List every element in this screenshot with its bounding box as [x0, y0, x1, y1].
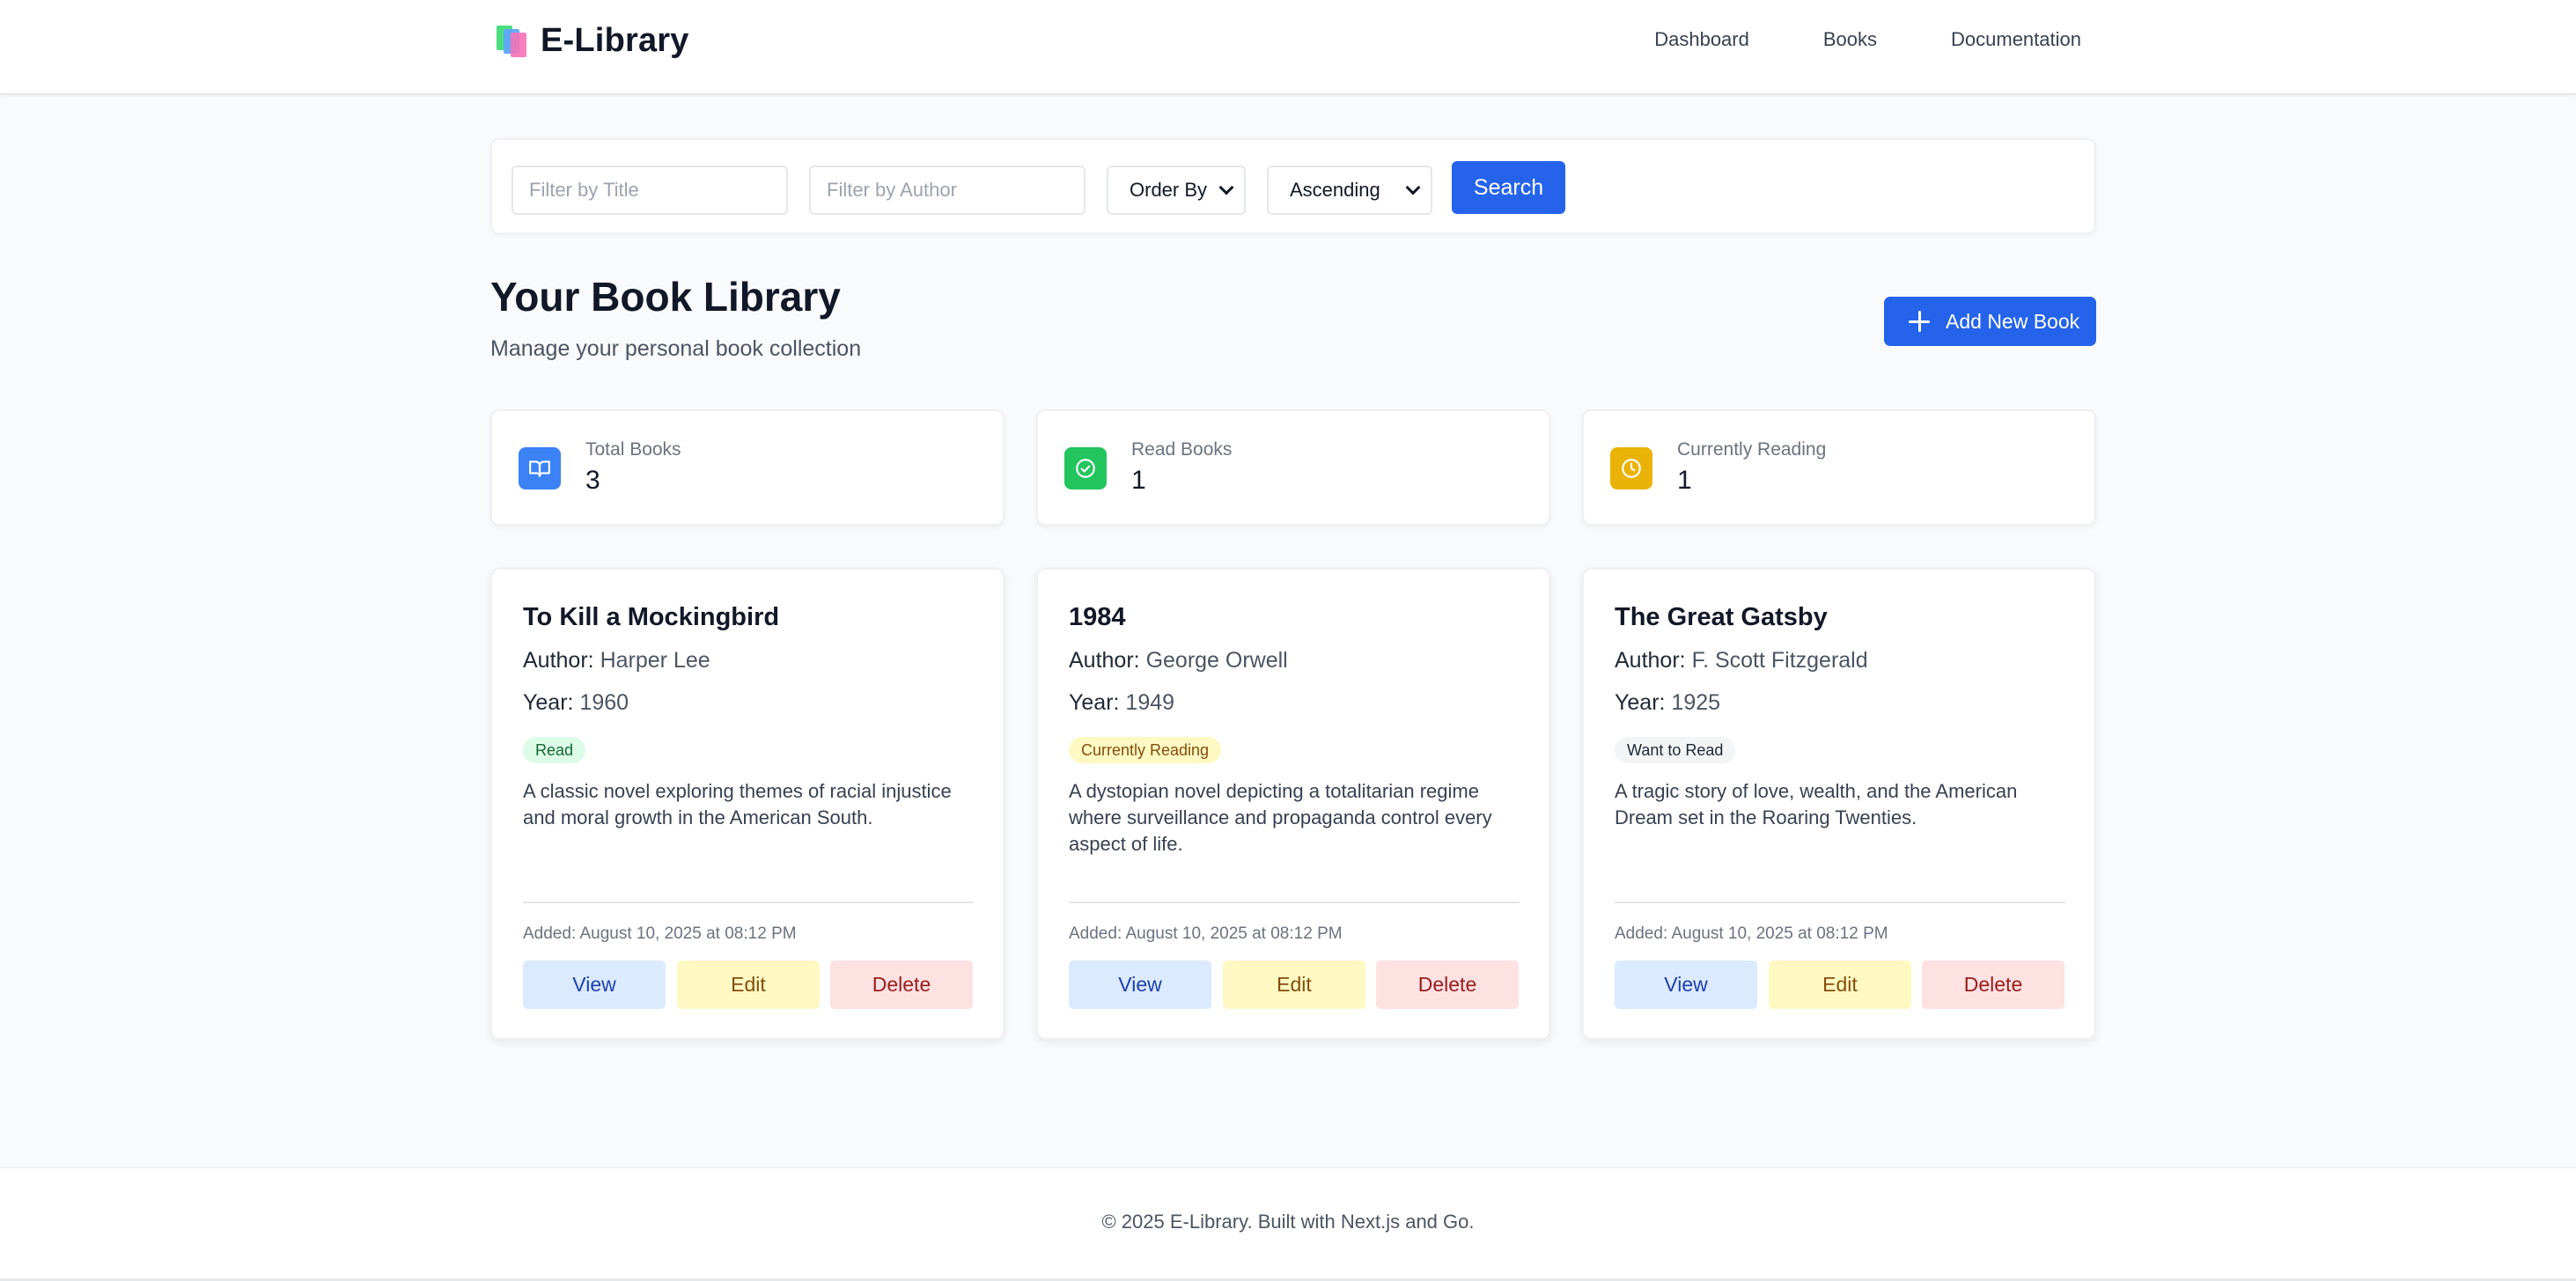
view-button[interactable]: View: [523, 961, 666, 1009]
brand-name: E-Library: [541, 21, 689, 59]
nav-link-dashboard[interactable]: Dashboard: [1654, 26, 1749, 53]
top-navbar: E-Library Dashboard Books Documentation: [0, 0, 2576, 95]
check-circle-icon: [1064, 447, 1107, 490]
book-card: The Great Gatsby Author: F. Scott Fitzge…: [1582, 568, 2096, 1040]
book-year: Year: 1949: [1069, 690, 1174, 716]
stat-value: 1: [1131, 466, 1146, 495]
order-by-value: Order By: [1130, 179, 1208, 201]
author-label: Author:: [1615, 648, 1686, 673]
year-value: 1949: [1125, 690, 1175, 715]
book-year: Year: 1960: [523, 690, 629, 716]
book-description: A classic novel exploring themes of raci…: [523, 780, 952, 828]
book-card: 1984 Author: George Orwell Year: 1949 Cu…: [1036, 568, 1550, 1040]
page-subtitle: Manage your personal book collection: [490, 336, 862, 361]
sort-direction-value: Ascending: [1290, 179, 1380, 201]
sort-direction-select[interactable]: Ascending: [1267, 166, 1432, 215]
edit-button[interactable]: Edit: [677, 961, 820, 1009]
author-filter-input[interactable]: [809, 166, 1086, 215]
book-title: 1984: [1069, 603, 1126, 631]
book-card: To Kill a Mockingbird Author: Harper Lee…: [490, 568, 1005, 1040]
filter-bar: Order By Ascending Search: [490, 138, 2096, 234]
author-value: F. Scott Fitzgerald: [1691, 648, 1868, 673]
year-label: Year:: [523, 690, 574, 715]
view-button[interactable]: View: [1069, 961, 1211, 1009]
status-badge: Want to Read: [1615, 737, 1736, 763]
nav-link-books[interactable]: Books: [1823, 26, 1877, 53]
status-badge: Read: [523, 737, 586, 763]
added-timestamp: Added: August 10, 2025 at 08:12 PM: [1069, 924, 1343, 943]
divider: [523, 902, 974, 903]
book-author: Author: F. Scott Fitzgerald: [1615, 648, 1868, 674]
stat-value: 3: [585, 466, 600, 495]
book-description: A tragic story of love, wealth, and the …: [1615, 780, 2018, 828]
delete-button[interactable]: Delete: [1376, 961, 1519, 1009]
book-title: To Kill a Mockingbird: [523, 603, 780, 631]
plus-icon: [1909, 311, 1930, 332]
add-book-button[interactable]: Add New Book: [1884, 297, 2096, 346]
nav-link-documentation[interactable]: Documentation: [1951, 26, 2081, 53]
divider: [1615, 902, 2065, 903]
order-by-select[interactable]: Order By: [1107, 166, 1246, 215]
book-year: Year: 1925: [1615, 690, 1720, 716]
chevron-down-icon: [1405, 180, 1421, 195]
author-value: Harper Lee: [600, 648, 710, 673]
author-label: Author:: [1069, 648, 1140, 673]
author-value: George Orwell: [1145, 648, 1288, 673]
delete-button[interactable]: Delete: [1922, 961, 2064, 1009]
brand[interactable]: E-Library: [495, 21, 689, 59]
book-open-icon: [519, 447, 561, 490]
search-button[interactable]: Search: [1452, 161, 1565, 214]
year-label: Year:: [1069, 690, 1120, 715]
books-logo-icon: [495, 24, 528, 57]
year-label: Year:: [1615, 690, 1666, 715]
book-author: Author: Harper Lee: [523, 648, 710, 674]
stat-card-currently-reading: Currently Reading 1: [1582, 409, 2096, 526]
stat-label: Read Books: [1131, 439, 1233, 460]
delete-button[interactable]: Delete: [830, 961, 973, 1009]
clock-icon: [1610, 447, 1652, 490]
main-nav: Dashboard Books Documentation: [1580, 26, 2081, 53]
book-author: Author: George Orwell: [1069, 648, 1288, 674]
stat-card-read-books: Read Books 1: [1036, 409, 1550, 526]
chevron-down-icon: [1218, 180, 1234, 195]
author-label: Author:: [523, 648, 594, 673]
stat-card-total-books: Total Books 3: [490, 409, 1005, 526]
status-badge: Currently Reading: [1069, 737, 1222, 763]
added-timestamp: Added: August 10, 2025 at 08:12 PM: [1615, 924, 1888, 943]
edit-button[interactable]: Edit: [1223, 961, 1365, 1009]
stat-label: Total Books: [585, 439, 681, 460]
edit-button[interactable]: Edit: [1769, 961, 1911, 1009]
year-value: 1925: [1671, 690, 1721, 715]
added-timestamp: Added: August 10, 2025 at 08:12 PM: [523, 924, 797, 943]
view-button[interactable]: View: [1615, 961, 1757, 1009]
book-description: A dystopian novel depicting a totalitari…: [1069, 780, 1492, 855]
title-filter-input[interactable]: [512, 166, 788, 215]
footer: © 2025 E-Library. Built with Next.js and…: [0, 1167, 2576, 1281]
stat-label: Currently Reading: [1677, 439, 1827, 460]
add-book-label: Add New Book: [1946, 309, 2080, 333]
page-title: Your Book Library: [490, 274, 841, 320]
footer-text: © 2025 E-Library. Built with Next.js and…: [1101, 1211, 1475, 1233]
year-value: 1960: [579, 690, 629, 715]
stat-value: 1: [1677, 466, 1692, 495]
book-title: The Great Gatsby: [1615, 603, 1828, 631]
divider: [1069, 902, 1520, 903]
